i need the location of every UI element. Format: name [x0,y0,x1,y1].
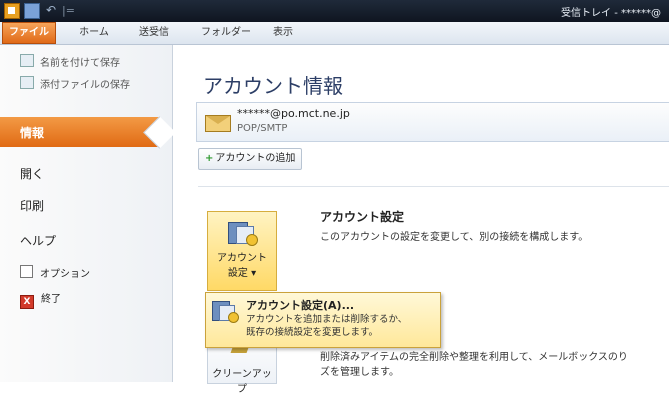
account-selector[interactable]: ******@po.mct.ne.jp POP/SMTP [196,102,669,142]
title-bar: ↶ |= 受信トレイ - ******@ [0,0,669,22]
cleanup-description-line2: ズを管理します。 [320,367,399,378]
quick-access-customize[interactable]: |= [62,4,75,17]
nav-print[interactable]: 印刷 [20,197,44,214]
attachment-icon [20,76,34,89]
menu-item-description-line1: アカウントを追加または削除するか、 [246,314,408,325]
nav-options-label: オプション [40,269,90,280]
account-email: ******@po.mct.ne.jp [237,107,350,120]
nav-options[interactable]: オプション [20,265,90,280]
add-account-label: アカウントの追加 [215,153,296,164]
save-as-icon [20,54,34,67]
email-account-icon [205,111,231,133]
menu-item-description: アカウントを追加または削除するか、 既存の接続設定を変更します。 [246,313,436,339]
nav-save-attachments-label: 添付ファイルの保存 [40,80,130,91]
section-divider [198,186,669,187]
nav-save-as-label: 名前を付けて保存 [40,58,120,69]
nav-help[interactable]: ヘルプ [20,232,56,249]
add-account-button[interactable]: + アカウントの追加 [198,148,303,170]
account-settings-title: アカウント設定 [320,210,405,224]
nav-exit-label: 終了 [41,294,61,305]
outlook-app-icon[interactable] [4,3,20,19]
nav-save-as[interactable]: 名前を付けて保存 [20,54,120,69]
tab-folder[interactable]: フォルダー [199,22,253,44]
options-icon [20,265,33,278]
nav-info[interactable]: 情報 [0,117,160,147]
exit-icon: X [20,295,34,309]
account-settings-menu: アカウント設定(A)... アカウントを追加または削除するか、 既存の接続設定を… [205,292,441,348]
ribbon-tabs: ファイル ホーム 送受信 フォルダー 表示 [0,22,669,45]
menu-item-account-settings[interactable]: アカウント設定(A)... [246,297,354,313]
tab-view[interactable]: 表示 [266,22,300,44]
account-settings-icon [228,220,258,246]
account-settings-button[interactable]: アカウント 設定 ▾ [207,211,277,291]
nav-save-attachments[interactable]: 添付ファイルの保存 [20,76,130,91]
cleanup-description-line1: 削除済みアイテムの完全削除や整理を利用して、メールボックスのり [320,352,628,363]
tab-home[interactable]: ホーム [72,22,116,44]
nav-open[interactable]: 開く [20,165,44,182]
account-settings-menu-icon [212,299,239,323]
menu-item-description-line2: 既存の接続設定を変更します。 [246,327,379,338]
cleanup-tools-label: クリーンアップ [212,369,272,395]
account-settings-description: このアカウントの設定を変更して、別の接続を構成します。 [320,232,589,243]
tab-file[interactable]: ファイル [2,22,56,44]
account-settings-label-line1: アカウント [217,253,267,264]
nav-exit[interactable]: X 終了 [20,290,61,309]
nav-info-label: 情報 [20,126,45,140]
account-type: POP/SMTP [237,123,288,134]
backstage-nav: 名前を付けて保存 添付ファイルの保存 情報 開く 印刷 ヘルプ オプション X終… [0,45,173,382]
account-settings-label-line2: 設定 ▾ [227,268,257,279]
page-title: アカウント情報 [203,74,343,98]
tab-send-receive[interactable]: 送受信 [132,22,176,44]
window-title: 受信トレイ - ******@ [561,8,661,19]
plus-icon: + [205,153,214,164]
undo-icon[interactable]: ↶ [44,3,58,17]
save-icon[interactable] [24,3,40,19]
